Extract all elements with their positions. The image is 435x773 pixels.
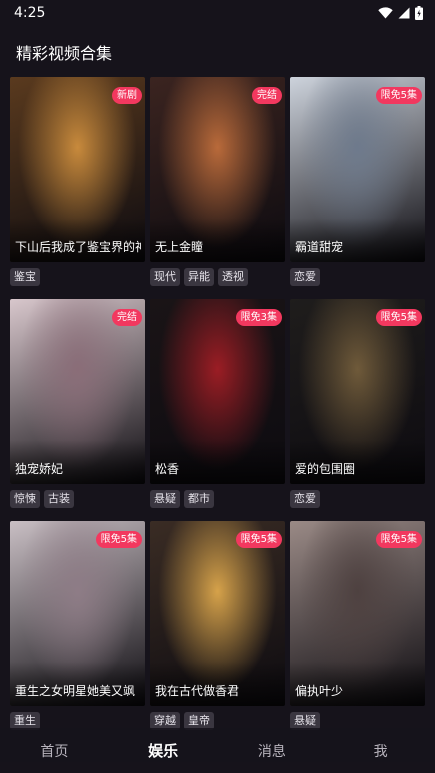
video-title: 偏执叶少 (295, 684, 344, 698)
genre-tag[interactable]: 恋爱 (290, 268, 320, 286)
video-title: 独宠娇妃 (15, 462, 64, 476)
genre-tag[interactable]: 恋爱 (290, 490, 320, 508)
tag-list: 悬疑 都市 (150, 490, 285, 508)
status-icons (378, 6, 423, 20)
video-card[interactable]: 偏执叶少 限免5集 悬疑 (290, 521, 425, 743)
tag-list: 恋爱 (290, 490, 425, 508)
video-poster[interactable]: 重生之女明星她美又飒 限免5集 (10, 521, 145, 706)
status-badge: 限免5集 (95, 531, 142, 548)
video-title: 爱的包围圈 (295, 462, 356, 476)
bottom-nav: 首页 娱乐 消息 我 (0, 728, 435, 773)
genre-tag[interactable]: 异能 (184, 268, 214, 286)
video-card[interactable]: 松香 限免3集 悬疑 都市 (150, 299, 285, 521)
nav-tab-messages[interactable]: 消息 (218, 741, 327, 761)
status-bar: 4:25 (0, 0, 435, 26)
video-title: 松香 (155, 462, 180, 476)
tag-list: 现代 异能 透视 (150, 268, 285, 286)
video-card[interactable]: 无上金瞳 完结 现代 异能 透视 (150, 77, 285, 299)
genre-tag[interactable]: 悬疑 (150, 490, 180, 508)
page-title: 精彩视频合集 (16, 44, 113, 63)
video-title: 我在古代做香君 (155, 684, 240, 698)
video-title: 无上金瞳 (155, 240, 204, 254)
video-poster[interactable]: 爱的包围圈 限免5集 (290, 299, 425, 484)
status-badge: 完结 (112, 309, 142, 326)
status-badge: 限免5集 (375, 531, 422, 548)
video-title: 下山后我成了鉴宝界的神 (15, 240, 141, 254)
video-poster[interactable]: 无上金瞳 完结 (150, 77, 285, 262)
status-badge: 完结 (252, 87, 282, 104)
nav-tab-me[interactable]: 我 (326, 741, 435, 761)
video-card[interactable]: 重生之女明星她美又飒 限免5集 重生 (10, 521, 145, 743)
video-poster[interactable]: 松香 限免3集 (150, 299, 285, 484)
video-title: 霸道甜宠 (295, 240, 344, 254)
tag-list: 惊悚 古装 (10, 490, 145, 508)
video-title: 重生之女明星她美又飒 (15, 684, 136, 698)
genre-tag[interactable]: 鉴宝 (10, 268, 40, 286)
tag-list: 恋爱 (290, 268, 425, 286)
video-card[interactable]: 霸道甜宠 限免5集 恋爱 (290, 77, 425, 299)
status-badge: 限免3集 (235, 309, 282, 326)
genre-tag[interactable]: 古装 (44, 490, 74, 508)
genre-tag[interactable]: 现代 (150, 268, 180, 286)
video-poster[interactable]: 我在古代做香君 限免5集 (150, 521, 285, 706)
video-card[interactable]: 我在古代做香君 限免5集 穿越 皇帝 (150, 521, 285, 743)
video-poster[interactable]: 偏执叶少 限免5集 (290, 521, 425, 706)
genre-tag[interactable]: 透视 (218, 268, 248, 286)
battery-icon (415, 6, 423, 20)
status-badge: 新剧 (112, 87, 142, 104)
video-card[interactable]: 爱的包围圈 限免5集 恋爱 (290, 299, 425, 521)
video-grid: 下山后我成了鉴宝界的神 新剧 鉴宝 无上金瞳 完结 现代 异能 透视 霸道甜宠 限免… (10, 77, 425, 743)
wifi-icon (378, 7, 393, 19)
nav-tab-home[interactable]: 首页 (0, 741, 109, 761)
video-poster[interactable]: 下山后我成了鉴宝界的神 新剧 (10, 77, 145, 262)
video-card[interactable]: 下山后我成了鉴宝界的神 新剧 鉴宝 (10, 77, 145, 299)
genre-tag[interactable]: 惊悚 (10, 490, 40, 508)
video-card[interactable]: 独宠娇妃 完结 惊悚 古装 (10, 299, 145, 521)
video-poster[interactable]: 霸道甜宠 限免5集 (290, 77, 425, 262)
status-badge: 限免5集 (375, 309, 422, 326)
status-time: 4:25 (14, 5, 46, 21)
status-badge: 限免5集 (235, 531, 282, 548)
nav-tab-entertainment[interactable]: 娱乐 (109, 740, 218, 761)
tag-list: 鉴宝 (10, 268, 145, 286)
signal-icon (398, 7, 410, 19)
video-poster[interactable]: 独宠娇妃 完结 (10, 299, 145, 484)
status-badge: 限免5集 (375, 87, 422, 104)
genre-tag[interactable]: 都市 (184, 490, 214, 508)
